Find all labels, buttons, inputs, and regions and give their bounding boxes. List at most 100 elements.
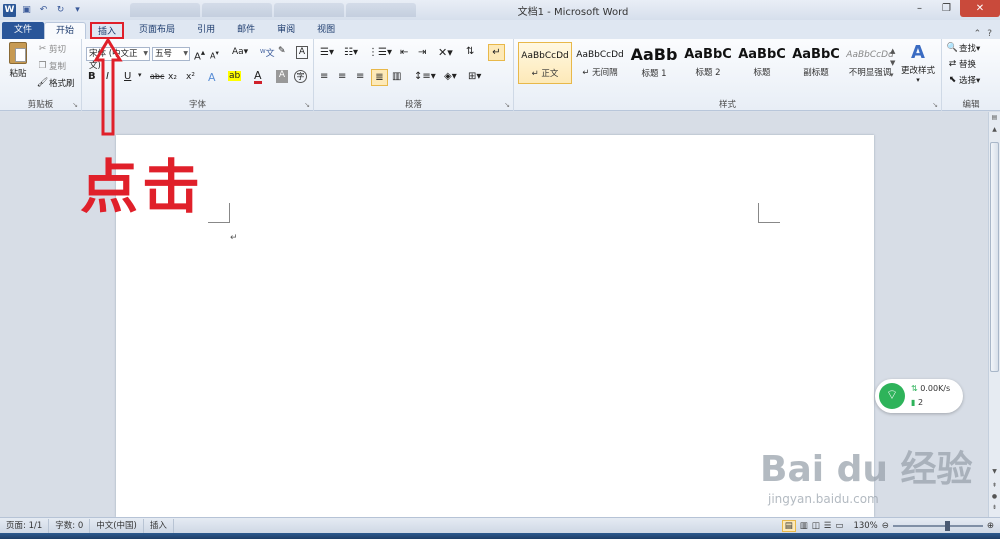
style-title[interactable]: AaBbC 标题 — [735, 42, 789, 84]
multilevel-list-icon[interactable]: ⋮☰▾ — [368, 47, 392, 58]
tab-insert[interactable]: 插入 — [90, 22, 125, 39]
draft-view-icon[interactable]: ▭ — [835, 521, 843, 531]
borders-icon[interactable]: ⊞▾ — [468, 71, 481, 82]
underline-dropdown-icon[interactable]: ▾ — [138, 71, 142, 79]
status-insert-mode[interactable]: 插入 — [144, 518, 174, 533]
tab-mailings[interactable]: 邮件 — [226, 22, 266, 39]
blurred-tab[interactable] — [130, 3, 200, 17]
align-center-icon[interactable]: ≡ — [338, 71, 346, 82]
show-marks-icon[interactable]: ↵ — [488, 44, 505, 61]
style-heading-1[interactable]: AaBb 标题 1 — [627, 42, 681, 84]
line-spacing-icon[interactable]: ↕≡▾ — [414, 71, 436, 82]
style-no-spacing[interactable]: AaBbCcDd ↵ 无间隔 — [573, 42, 627, 84]
cut-button[interactable]: ✂ 剪切 — [36, 43, 66, 56]
bullets-icon[interactable]: ☰▾ — [320, 47, 334, 58]
change-case-button[interactable]: Aa▾ — [232, 47, 248, 57]
customize-qat-icon[interactable]: ▾ — [71, 4, 84, 17]
replace-button[interactable]: ⇄ 替换 — [946, 58, 976, 71]
status-language[interactable]: 中文(中国) — [90, 518, 144, 533]
zoom-level[interactable]: 130% — [853, 521, 877, 531]
close-button[interactable]: ✕ — [960, 0, 1000, 17]
style-heading-2[interactable]: AaBbC 标题 2 — [681, 42, 735, 84]
zoom-slider-knob[interactable] — [944, 520, 950, 531]
decrease-indent-icon[interactable]: ⇤ — [400, 47, 408, 58]
justify-icon[interactable]: ≣ — [371, 69, 388, 86]
redo-icon[interactable]: ↻ — [54, 4, 67, 17]
minimize-ribbon-icon[interactable]: ⌃ — [974, 29, 982, 39]
vertical-scrollbar[interactable]: ▤ ▲ ▼ ⇞ ● ⇟ — [988, 112, 1000, 517]
change-styles-icon: A — [911, 42, 925, 63]
tab-references[interactable]: 引用 — [186, 22, 226, 39]
char-border-icon[interactable]: A — [296, 46, 308, 59]
help-icon[interactable]: ? — [987, 29, 992, 39]
subscript-button[interactable]: x₂ — [168, 72, 177, 82]
strikethrough-button[interactable]: abc — [150, 72, 164, 81]
dialog-launcher-icon[interactable]: ↘ — [932, 101, 938, 109]
sort-icon[interactable]: ⇅ — [466, 46, 474, 57]
tab-page-layout[interactable]: 页面布局 — [128, 22, 186, 39]
style-subtitle[interactable]: AaBbC 副标题 — [789, 42, 843, 84]
tab-file[interactable]: 文件 — [2, 22, 45, 39]
blurred-tab[interactable] — [346, 3, 416, 17]
blurred-tab[interactable] — [202, 3, 272, 17]
distributed-icon[interactable]: ▥ — [392, 71, 401, 82]
browse-object-icon[interactable]: ● — [989, 493, 1000, 500]
dialog-launcher-icon[interactable]: ↘ — [72, 101, 78, 109]
align-right-icon[interactable]: ≡ — [356, 71, 364, 82]
zoom-out-icon[interactable]: ⊖ — [882, 521, 889, 531]
minimize-button[interactable]: – — [906, 0, 933, 17]
numbering-icon[interactable]: ☷▾ — [344, 47, 358, 58]
scroll-down-icon[interactable]: ▼ — [989, 468, 1000, 475]
scroll-up-icon[interactable]: ▲ — [989, 126, 1000, 133]
print-layout-view-icon[interactable]: ▤ — [781, 519, 796, 532]
increase-indent-icon[interactable]: ⇥ — [418, 47, 426, 58]
change-styles-button[interactable]: A 更改样式 ▾ — [900, 42, 936, 84]
tab-review[interactable]: 审阅 — [266, 22, 306, 39]
char-shading-icon[interactable]: A — [276, 70, 288, 83]
tab-view[interactable]: 视图 — [306, 22, 346, 39]
chinese-layout-icon[interactable]: ✕▾ — [438, 46, 453, 59]
zoom-slider[interactable] — [892, 520, 983, 531]
font-size-combo[interactable]: 五号 ▼ — [152, 47, 190, 61]
shrink-font-button[interactable]: A▾ — [210, 49, 219, 61]
undo-icon[interactable]: ↶ — [37, 4, 50, 17]
underline-button[interactable]: U — [124, 71, 131, 82]
copy-button[interactable]: ❐ 复制 — [36, 60, 66, 73]
grow-font-label: A — [194, 51, 201, 63]
format-painter-button[interactable]: 🖌格式刷 — [36, 77, 75, 90]
select-button[interactable]: ⬉ 选择▾ — [946, 74, 981, 87]
phonetic-guide-icon[interactable]: ᵂ文 — [260, 46, 275, 59]
superscript-button[interactable]: x² — [186, 72, 195, 82]
grow-font-button[interactable]: A▴ — [194, 47, 205, 62]
tab-home[interactable]: 开始 — [44, 22, 87, 39]
scrollbar-thumb[interactable] — [990, 142, 999, 372]
status-word-count[interactable]: 字数: 0 — [49, 518, 91, 533]
restore-button[interactable]: ❐ — [933, 0, 960, 17]
clear-format-icon[interactable]: ✎ — [278, 46, 286, 56]
save-icon[interactable]: ▣ — [20, 4, 33, 17]
style-subtle-emphasis[interactable]: AaBbCcDd 不明显强调 — [843, 42, 897, 84]
dialog-launcher-icon[interactable]: ↘ — [304, 101, 310, 109]
next-page-icon[interactable]: ⇟ — [989, 504, 1000, 511]
dialog-launcher-icon[interactable]: ↘ — [504, 101, 510, 109]
status-page[interactable]: 页面: 1/1 — [0, 518, 50, 533]
web-layout-view-icon[interactable]: ◫ — [812, 521, 820, 531]
style-normal[interactable]: AaBbCcDd ↵ 正文 — [518, 42, 572, 84]
paste-button[interactable]: 粘贴 — [6, 42, 30, 79]
previous-page-icon[interactable]: ⇞ — [989, 482, 1000, 489]
word-logo-icon[interactable]: W — [3, 3, 16, 17]
full-screen-view-icon[interactable]: ▥ — [800, 521, 808, 531]
font-color-icon[interactable]: A — [254, 70, 262, 84]
text-effects-icon[interactable]: A — [208, 71, 216, 84]
network-speed-widget[interactable]: ⌔ ⇅ 0.00K/s ▮ 2 — [875, 379, 963, 413]
highlight-icon[interactable]: ab — [228, 71, 242, 81]
zoom-in-icon[interactable]: ⊕ — [987, 521, 994, 531]
outline-view-icon[interactable]: ☰ — [824, 521, 832, 531]
align-left-icon[interactable]: ≡ — [320, 71, 328, 82]
styles-scroll-icon[interactable]: ▲ ▼ ▾ — [890, 45, 895, 81]
ruler-toggle-icon[interactable]: ▤ — [989, 114, 1000, 121]
enclose-char-icon[interactable]: 字 — [294, 70, 307, 83]
shading-icon[interactable]: ◈▾ — [444, 71, 457, 82]
find-button[interactable]: 🔍查找▾ — [946, 42, 980, 55]
blurred-tab[interactable] — [274, 3, 344, 17]
